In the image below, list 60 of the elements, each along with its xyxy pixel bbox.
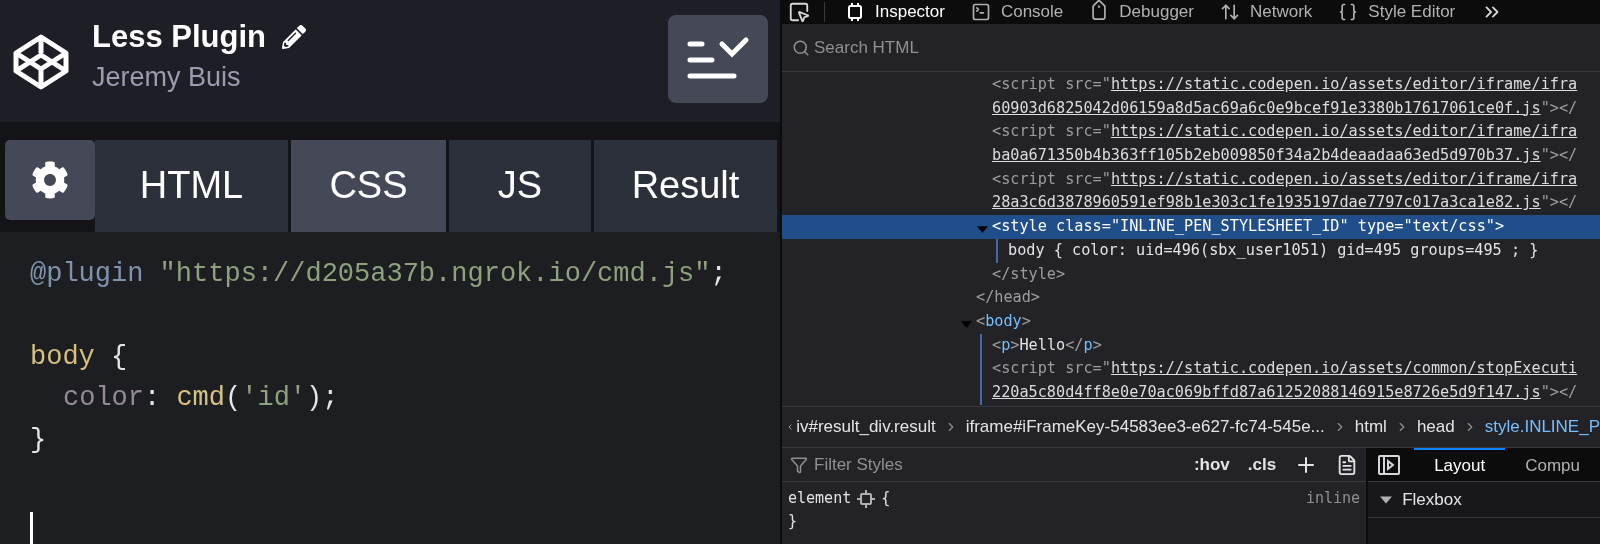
breadcrumb[interactable]: iv#result_div.result (796, 414, 936, 440)
markup-line[interactable]: <script src="https://static.codepen.io/assets/editor/iframe/ifra (782, 167, 1600, 192)
element-picker-icon[interactable] (788, 1, 810, 23)
markup-line[interactable]: <script src="https://static.codepen.io/assets/editor/iframe/ifra (782, 120, 1600, 145)
rule-selector: element (788, 488, 852, 509)
search-html-field[interactable]: Search HTML (814, 34, 1114, 61)
devtools-tab[interactable]: Inspector (845, 0, 945, 25)
view-menu-button[interactable] (668, 15, 768, 103)
markup-line[interactable]: body { color: uid=496(sbx_user1051) gid=495 groups=495 ; } (782, 238, 1600, 263)
editor-tab[interactable]: Result (594, 139, 777, 232)
breadcrumb[interactable]: head (1416, 414, 1455, 440)
list-check-icon (686, 36, 750, 82)
filter-styles-field[interactable]: Filter Styles (814, 451, 1114, 478)
pencil-icon[interactable] (282, 25, 306, 49)
sidebar-toggle-icon[interactable] (1378, 454, 1401, 475)
devtools-tab[interactable]: Network (1220, 0, 1313, 25)
markup-line[interactable]: 220a5c80d4ff8e0e70ac069bffd87a61252088146915e8726e5d9f147.js"></ (782, 380, 1600, 405)
markup-line[interactable]: 28a3c6d3878960591ef98b1e303c1fe1935197dae7797c017a3ca1e82.js"></ (782, 191, 1600, 216)
terminal-icon (970, 2, 991, 22)
markup-line[interactable]: 60903d6825042d06159a8d5ac69a6c0e9bcef91e3380b17617061ce0f.js"></ (782, 96, 1600, 121)
cube-logo-icon[interactable] (12, 33, 70, 91)
up-down-arrows-icon (1220, 2, 1240, 22)
crosshair-icon[interactable] (857, 489, 876, 508)
filter-icon (790, 455, 808, 474)
rule-brace: } (788, 512, 798, 530)
code-line: color: cmd('id'); (62, 382, 340, 415)
author-name[interactable]: Jeremy Buis (92, 59, 306, 95)
inspector-icon (845, 2, 865, 22)
markup-line[interactable]: </head> (782, 286, 1600, 310)
code-line: } (30, 423, 48, 457)
toggle-button[interactable]: .cls (1247, 451, 1277, 478)
breadcrumb[interactable]: style.INLINE_P (1484, 414, 1600, 440)
markup-line[interactable]: <script src="https://static.codepen.io/assets/common/stopExecuti (782, 357, 1600, 381)
rule-source[interactable]: inline (1305, 487, 1361, 510)
text-cursor (30, 512, 33, 544)
devtools-tab[interactable]: Style Editor (1338, 0, 1456, 25)
markup-line[interactable]: <p>Hello</p> (782, 333, 1600, 358)
markup-line[interactable]: <script src="https://static.codepen.io/assets/editor/iframe/ifra (782, 73, 1600, 97)
devtools-tab[interactable]: Console (970, 0, 1064, 25)
editor-tab[interactable]: JS (449, 139, 591, 232)
pen-title: Less Plugin (92, 18, 266, 56)
settings-button[interactable] (5, 139, 95, 220)
code-line: body { (30, 340, 129, 374)
rule-brace: { (881, 488, 891, 509)
breadcrumb[interactable]: html (1354, 414, 1387, 440)
braces-icon (1338, 2, 1359, 22)
markup-line[interactable]: <body> (782, 309, 1600, 334)
devtools-tab[interactable]: Debugger (1089, 0, 1194, 25)
sidebar-tab[interactable]: Compu (1505, 448, 1600, 481)
settings-icon (31, 160, 69, 199)
editor-tab[interactable]: HTML (95, 139, 288, 232)
code-line: @plugin "https://d205a37b.ngrok.io/cmd.js"; (30, 257, 728, 291)
breadcrumb[interactable]: iframe#iFrameKey-54583ee3-e627-fc74-545e... (965, 414, 1325, 440)
sidebar-tab[interactable]: Layout (1414, 448, 1506, 481)
section-header[interactable]: Flexbox (1368, 482, 1600, 518)
editor-tab[interactable]: CSS (291, 139, 446, 232)
markup-line[interactable]: ba0a671350b4b363ff105b2eb009850f34a2b4deaadaa63ed5d970b37.js"></ (782, 144, 1600, 168)
toggle-button[interactable]: :hov (1193, 451, 1230, 478)
markup-line[interactable]: </style> (782, 262, 1600, 287)
search-icon (792, 38, 810, 57)
